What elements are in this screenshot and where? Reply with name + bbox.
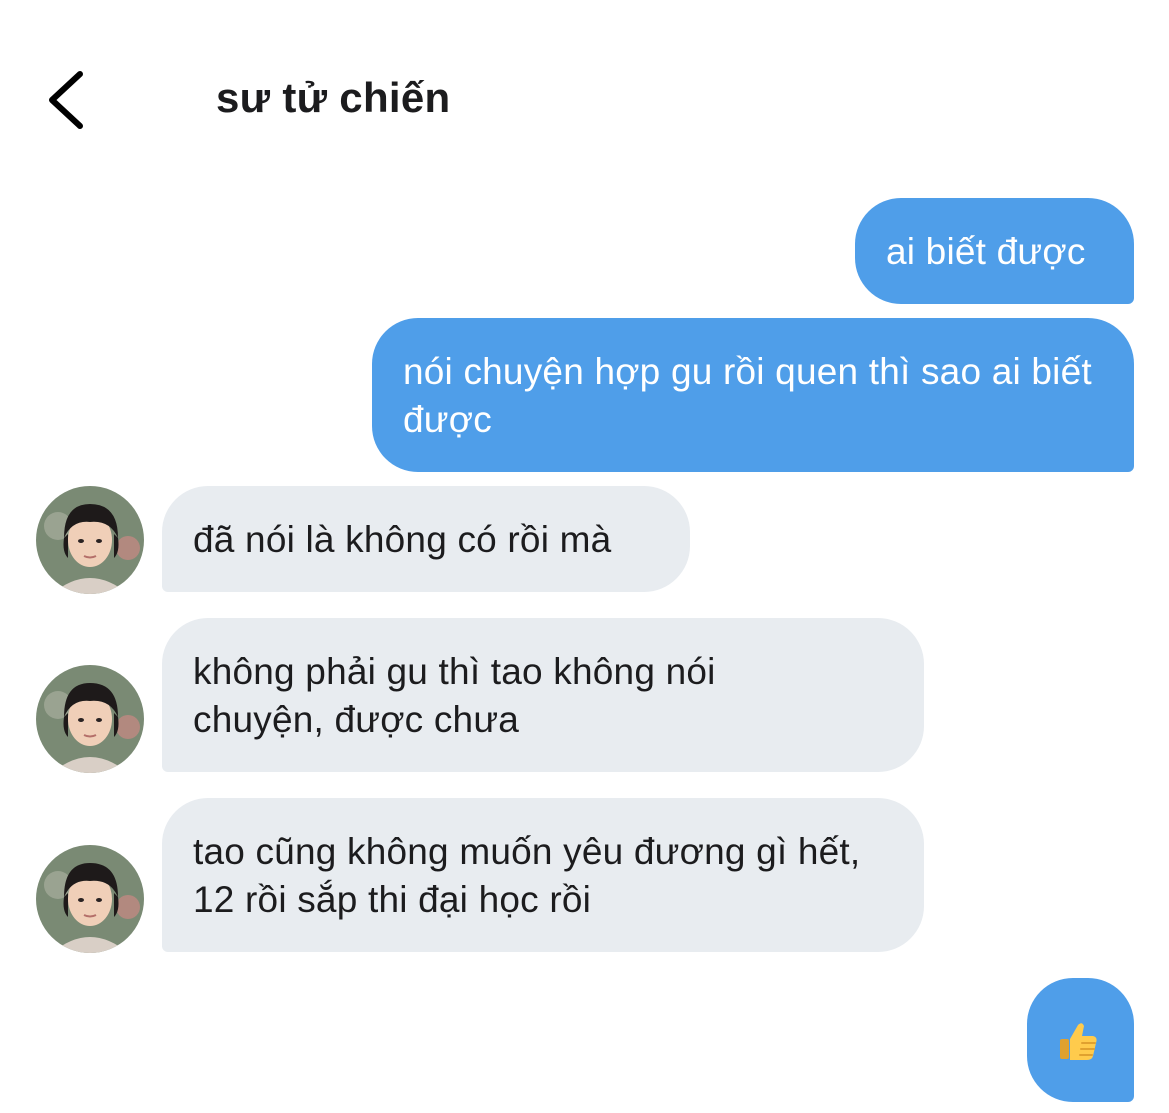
message-text: ai biết được — [886, 231, 1086, 272]
avatar[interactable] — [36, 845, 144, 953]
avatar[interactable] — [36, 486, 144, 594]
thumbs-up-icon — [1056, 1019, 1100, 1063]
message-text: không phải gu thì tao không nói chuyện, … — [193, 651, 716, 740]
back-button[interactable] — [36, 62, 100, 138]
avatar[interactable] — [36, 665, 144, 773]
message-bubble-incoming[interactable]: không phải gu thì tao không nói chuyện, … — [162, 618, 924, 772]
chat-title: sư tử chiến — [216, 74, 451, 121]
message-text: tao cũng không muốn yêu đương gì hết, 12… — [193, 831, 861, 920]
avatar-photo — [36, 845, 144, 953]
message-text: đã nói là không có rồi mà — [193, 519, 612, 560]
message-bubble-incoming[interactable]: tao cũng không muốn yêu đương gì hết, 12… — [162, 798, 924, 952]
message-bubble-outgoing[interactable]: ai biết được — [855, 198, 1134, 304]
avatar-photo — [36, 665, 144, 773]
message-text: nói chuyện hợp gu rồi quen thì sao ai bi… — [403, 351, 1092, 440]
chevron-left-icon — [49, 71, 83, 129]
message-bubble-incoming[interactable]: đã nói là không có rồi mà — [162, 486, 690, 592]
message-bubble-outgoing[interactable]: nói chuyện hợp gu rồi quen thì sao ai bi… — [372, 318, 1134, 472]
chat-header: sư tử chiến — [0, 0, 1169, 180]
avatar-photo — [36, 486, 144, 594]
